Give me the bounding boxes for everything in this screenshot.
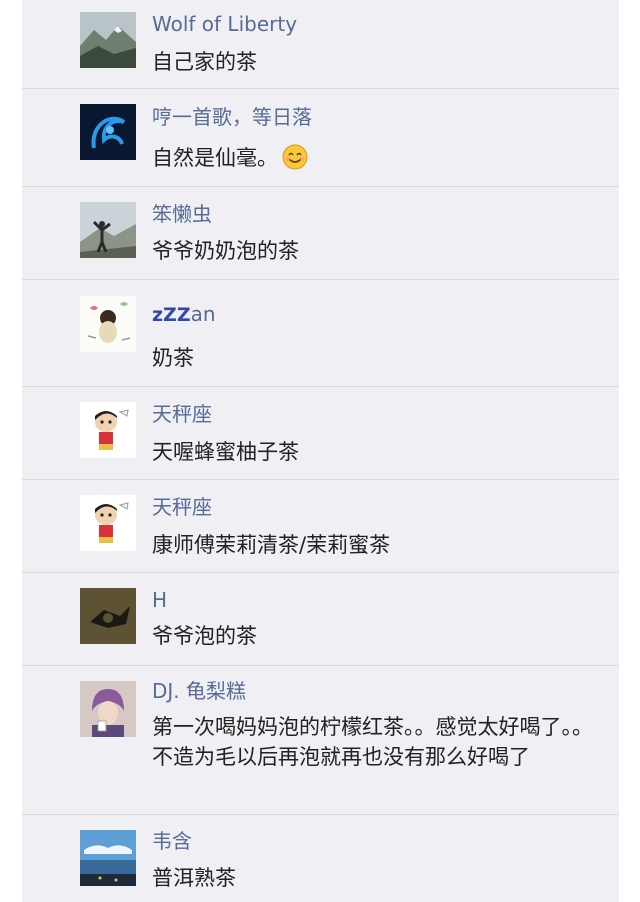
nickname-link[interactable]: 韦含 (152, 828, 192, 854)
comment-item: 天秤座 天喔蜂蜜柚子茶 (22, 387, 619, 479)
person-portrait-avatar[interactable] (80, 681, 136, 737)
mountain-landscape-avatar[interactable] (80, 12, 136, 68)
nickname-link[interactable]: 天秤座 (152, 401, 212, 427)
nickname-link[interactable]: 哼一首歌，等日落 (152, 104, 312, 130)
comment-text: 第一次喝妈妈泡的柠檬红茶。。感觉太好喝了。。不造为毛以后再泡就再也没有那么好喝了 (152, 715, 593, 769)
comment-text: 康师傅茉莉清茶/茉莉蜜茶 (152, 533, 391, 557)
comment-item: DJ. 龟梨糕 第一次喝妈妈泡的柠檬红茶。。感觉太好喝了。。不造为毛以后再泡就再… (22, 666, 619, 814)
comment-text: 自然是仙毫。 (152, 143, 602, 178)
blue-swirl-avatar[interactable] (80, 104, 136, 160)
comment-list: Wolf of Liberty 自己家的茶 哼一首歌，等日落 自然是仙毫。 笨懒… (22, 0, 619, 902)
nickname-link[interactable]: DJ. 龟梨糕 (152, 678, 246, 704)
comment-item: zZZan 奶茶 (22, 280, 619, 386)
nickname-zzz-prefix: zZZ (152, 304, 191, 326)
sea-sky-avatar[interactable] (80, 830, 136, 886)
cartoon-boy-avatar[interactable] (80, 402, 136, 458)
comment-item: H 爷爷泡的茶 (22, 573, 619, 665)
cartoon-child-avatar[interactable] (80, 296, 136, 352)
nickname-link[interactable]: zZZan (152, 301, 216, 328)
nickname-link[interactable]: H (152, 587, 167, 613)
dark-object-avatar[interactable] (80, 588, 136, 644)
comment-text: 爷爷泡的茶 (152, 624, 257, 648)
comment-text: 爷爷奶奶泡的茶 (152, 239, 299, 263)
comment-text: 普洱熟茶 (152, 866, 236, 890)
smiling-face-icon (282, 144, 308, 178)
comment-text: 自己家的茶 (152, 50, 257, 74)
comment-item: Wolf of Liberty 自己家的茶 (22, 0, 619, 89)
comment-item: 哼一首歌，等日落 自然是仙毫。 (22, 89, 619, 186)
comment-item: 韦含 普洱熟茶 (22, 815, 619, 902)
nickname-link[interactable]: 天秤座 (152, 494, 212, 520)
nickname-link[interactable]: Wolf of Liberty (152, 11, 297, 37)
comment-text: 奶茶 (152, 346, 194, 370)
nickname-suffix: an (190, 302, 216, 326)
comment-item: 笨懒虫 爷爷奶奶泡的茶 (22, 187, 619, 279)
comment-text-body: 自然是仙毫。 (152, 146, 278, 170)
person-on-mountain-avatar[interactable] (80, 202, 136, 258)
comment-item: 天秤座 康师傅茉莉清茶/茉莉蜜茶 (22, 480, 619, 572)
comment-text: 天喔蜂蜜柚子茶 (152, 440, 299, 464)
nickname-link[interactable]: 笨懒虫 (152, 201, 212, 227)
cartoon-boy-avatar[interactable] (80, 495, 136, 551)
